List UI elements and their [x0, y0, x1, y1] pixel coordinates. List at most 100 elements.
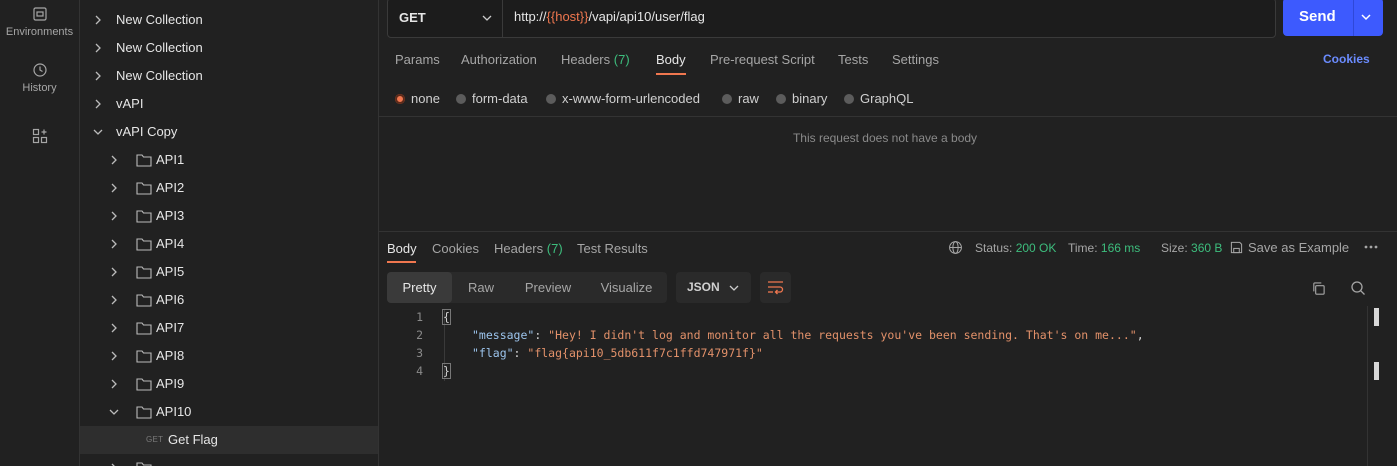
tab-params[interactable]: Params [395, 52, 440, 67]
rail-history[interactable]: History [0, 62, 79, 94]
radio-icon [722, 94, 732, 104]
folder-item[interactable]: API5 [80, 258, 378, 286]
collection-label: vAPI Copy [116, 124, 178, 139]
tab-authorization[interactable]: Authorization [461, 52, 537, 67]
time-readout[interactable]: Time: 166 ms [1068, 241, 1140, 255]
chevron-right-icon [95, 99, 101, 109]
sidebar-rail: Environments History [0, 0, 80, 466]
collection-item[interactable]: New Collection [80, 6, 378, 34]
chevron-down-icon[interactable] [1361, 12, 1371, 22]
status-value: 200 OK [1015, 241, 1057, 255]
collections-tree: New Collection New Collection New Collec… [80, 0, 379, 466]
chevron-right-icon [95, 71, 101, 81]
body-type-urlencoded[interactable]: x-www-form-urlencoded [546, 91, 700, 106]
method-value: GET [399, 10, 426, 25]
radio-icon [546, 94, 556, 104]
send-divider [1353, 0, 1354, 36]
search-icon[interactable] [1350, 280, 1366, 296]
format-select[interactable]: JSON [676, 272, 751, 303]
scrollbar-track [1367, 306, 1368, 466]
size-readout[interactable]: Size: 360 B [1161, 241, 1222, 255]
collection-item[interactable]: vAPI Copy [80, 118, 378, 146]
tab-body[interactable]: Body [656, 52, 686, 67]
rail-environments[interactable]: Environments [0, 6, 79, 38]
chevron-right-icon [95, 43, 101, 53]
folder-label: API8 [156, 348, 185, 363]
collection-item[interactable]: New Collection [80, 34, 378, 62]
response-tab-body[interactable]: Body [387, 241, 417, 256]
method-select[interactable]: GET [388, 0, 503, 37]
save-as-example-button[interactable]: Save as Example [1230, 240, 1349, 255]
url-input[interactable]: http://{{host}}/vapi/api10/user/flag [514, 9, 705, 24]
folder-icon [136, 462, 152, 466]
chevron-right-icon [111, 211, 117, 221]
copy-icon[interactable] [1311, 281, 1326, 296]
view-raw[interactable]: Raw [452, 272, 510, 303]
view-visualize[interactable]: Visualize [586, 272, 667, 303]
chevron-right-icon [111, 239, 117, 249]
body-type-raw[interactable]: raw [722, 91, 759, 106]
collection-label: New Collection [116, 12, 203, 27]
response-tab-test-results[interactable]: Test Results [577, 241, 648, 256]
folder-item[interactable]: API4 [80, 230, 378, 258]
folder-label: API3 [156, 208, 185, 223]
format-value: JSON [687, 280, 720, 294]
chevron-right-icon [111, 183, 117, 193]
response-body-viewer[interactable]: 1 2 3 4 { "message": "Hey! I didn't log … [379, 306, 1397, 466]
folder-item[interactable]: API1 [80, 146, 378, 174]
body-type-label: binary [792, 91, 828, 106]
cookies-link[interactable]: Cookies [1323, 52, 1370, 66]
chevron-right-icon [111, 295, 117, 305]
tab-pre-request-script[interactable]: Pre-request Script [710, 52, 815, 67]
scrollbar-marker[interactable] [1374, 362, 1379, 380]
more-options-icon[interactable] [1364, 244, 1378, 250]
body-type-none[interactable]: none [395, 91, 440, 106]
folder-icon [136, 238, 152, 251]
body-type-graphql[interactable]: GraphQL [844, 91, 913, 106]
chevron-right-icon [111, 351, 117, 361]
request-label: Get Flag [168, 432, 218, 447]
status-readout[interactable]: Status: 200 OK [975, 241, 1056, 255]
folder-label: API5 [156, 264, 185, 279]
tab-headers[interactable]: Headers (7) [561, 52, 630, 67]
chevron-right-icon [95, 15, 101, 25]
folder-item[interactable]: API7 [80, 314, 378, 342]
line-number: 1 [416, 310, 423, 324]
folder-icon [136, 266, 152, 279]
json-value-message: "Hey! I didn't log and monitor all the r… [548, 328, 1137, 342]
wrap-lines-button[interactable] [760, 272, 791, 303]
active-tab-underline [387, 261, 416, 263]
chevron-down-icon [729, 285, 739, 291]
folder-item[interactable]: API10 [80, 398, 378, 426]
wrap-lines-icon [768, 281, 784, 295]
collection-item[interactable]: vAPI [80, 90, 378, 118]
chevron-down-icon [482, 15, 492, 21]
view-pretty[interactable]: Pretty [387, 272, 452, 303]
send-button[interactable]: Send [1283, 0, 1383, 36]
body-type-label: GraphQL [860, 91, 914, 106]
folder-item[interactable]: API2 [80, 174, 378, 202]
chevron-down-icon [93, 129, 103, 135]
body-type-form-data[interactable]: form-data [456, 91, 528, 106]
rail-configure-workspace[interactable] [0, 128, 79, 148]
pane-divider[interactable] [379, 231, 1397, 232]
chevron-down-icon [109, 409, 119, 415]
folder-item[interactable]: API3 [80, 202, 378, 230]
body-type-binary[interactable]: binary [776, 91, 827, 106]
collection-item[interactable]: New Collection [80, 62, 378, 90]
active-tab-underline [656, 73, 686, 75]
folder-item[interactable]: API8 [80, 342, 378, 370]
request-item-get-flag[interactable]: GET Get Flag [80, 426, 378, 454]
body-type-label: x-www-form-urlencoded [562, 91, 700, 106]
tab-tests[interactable]: Tests [838, 52, 868, 67]
folder-item[interactable] [80, 454, 378, 466]
scrollbar-thumb[interactable] [1374, 308, 1379, 326]
tab-settings[interactable]: Settings [892, 52, 939, 67]
folder-item[interactable]: API6 [80, 286, 378, 314]
globe-icon[interactable] [948, 240, 963, 255]
rail-environments-label: Environments [5, 26, 74, 38]
response-tab-cookies[interactable]: Cookies [432, 241, 479, 256]
response-tab-headers[interactable]: Headers (7) [494, 241, 563, 256]
view-preview[interactable]: Preview [510, 272, 586, 303]
folder-item[interactable]: API9 [80, 370, 378, 398]
